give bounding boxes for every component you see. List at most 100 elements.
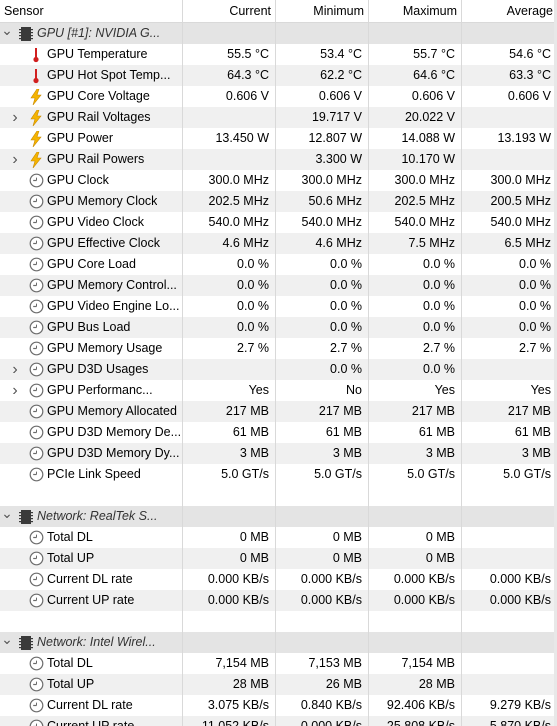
sensor-row[interactable]: Total UP 28 MB 26 MB 28 MB — [0, 674, 557, 695]
sensor-row[interactable]: Current UP rate 11.052 KB/s 0.000 KB/s 25.8… — [0, 716, 557, 726]
current-value: 0 MB — [182, 548, 275, 569]
clock-icon — [28, 257, 44, 273]
clock-icon — [28, 593, 44, 609]
sensor-label: GPU D3D Memory De... — [47, 425, 182, 439]
chevron-right-icon[interactable]: › — [8, 151, 22, 168]
thermometer-icon — [28, 47, 44, 63]
sensor-row[interactable]: GPU Effective Clock 4.6 MHz 4.6 MHz 7.5 MHz… — [0, 233, 557, 254]
sensor-row[interactable]: GPU Core Load 0.0 % 0.0 % 0.0 % 0.0 % — [0, 254, 557, 275]
average-value — [461, 527, 557, 548]
current-value: 5.0 GT/s — [182, 464, 275, 485]
average-value: 63.3 °C — [461, 65, 557, 86]
average-value: 300.0 MHz — [461, 170, 557, 191]
sensor-row[interactable]: GPU Hot Spot Temp... 64.3 °C 62.2 °C 64.6 °… — [0, 65, 557, 86]
sensor-row[interactable]: GPU Bus Load 0.0 % 0.0 % 0.0 % 0.0 % — [0, 317, 557, 338]
average-value — [461, 548, 557, 569]
minimum-value: 19.717 V — [275, 107, 368, 128]
header-average[interactable]: Average — [461, 0, 557, 22]
sensor-label: Network: Intel Wirel... — [37, 635, 156, 649]
sensor-row[interactable]: GPU Memory Allocated 217 MB 217 MB 217 MB 21… — [0, 401, 557, 422]
sensor-row[interactable]: Current UP rate 0.000 KB/s 0.000 KB/s 0.000… — [0, 590, 557, 611]
sensor-row[interactable]: GPU D3D Memory De... 61 MB 61 MB 61 MB 61 MB — [0, 422, 557, 443]
sensor-row[interactable]: GPU Memory Clock 202.5 MHz 50.6 MHz 202.5 M… — [0, 191, 557, 212]
average-value — [461, 632, 557, 653]
sensor-row[interactable]: Total DL 0 MB 0 MB 0 MB — [0, 527, 557, 548]
sensor-row[interactable]: Total UP 0 MB 0 MB 0 MB — [0, 548, 557, 569]
current-value: 0.0 % — [182, 317, 275, 338]
current-value: 11.052 KB/s — [182, 716, 275, 726]
maximum-value: 0 MB — [368, 548, 461, 569]
sensor-label: Network: RealTek S... — [37, 509, 158, 523]
sensor-row[interactable]: GPU Core Voltage 0.606 V 0.606 V 0.606 V 0.6… — [0, 86, 557, 107]
sensor-name-cell: Total DL — [0, 653, 182, 674]
header-sensor[interactable]: Sensor — [0, 0, 182, 22]
sensor-name-cell: GPU D3D Memory De... — [0, 422, 182, 443]
sensor-row[interactable]: › GPU Performanc... Yes No Yes Yes — [0, 380, 557, 401]
chevron-down-icon[interactable]: ⌄ — [0, 506, 14, 521]
clock-icon — [28, 278, 44, 294]
sensor-row[interactable]: GPU Memory Control... 0.0 % 0.0 % 0.0 % 0.0 … — [0, 275, 557, 296]
sensor-name-cell: ⌄ Network: RealTek S... — [0, 506, 182, 527]
current-value: 0.000 KB/s — [182, 569, 275, 590]
chevron-right-icon[interactable]: › — [8, 361, 22, 378]
current-value: 13.450 W — [182, 128, 275, 149]
sensor-row[interactable]: GPU Temperature 55.5 °C 53.4 °C 55.7 °C 54.6… — [0, 44, 557, 65]
sensor-row[interactable]: PCIe Link Speed 5.0 GT/s 5.0 GT/s 5.0 GT/s 5… — [0, 464, 557, 485]
minimum-value: 3.300 W — [275, 149, 368, 170]
minimum-value: 540.0 MHz — [275, 212, 368, 233]
sensor-name-cell: › GPU Rail Voltages — [0, 107, 182, 128]
sensor-row[interactable]: GPU Video Clock 540.0 MHz 540.0 MHz 540.0 M… — [0, 212, 557, 233]
sensor-row[interactable]: › GPU Rail Powers 3.300 W 10.170 W — [0, 149, 557, 170]
chip-icon — [18, 26, 34, 42]
sensor-label: Current UP rate — [47, 719, 135, 726]
sensor-name-cell: GPU Video Clock — [0, 212, 182, 233]
minimum-value — [275, 23, 368, 44]
sensor-name-cell: PCIe Link Speed — [0, 464, 182, 485]
header-current[interactable]: Current — [182, 0, 275, 22]
maximum-value: 300.0 MHz — [368, 170, 461, 191]
clock-icon — [28, 446, 44, 462]
minimum-value: 2.7 % — [275, 338, 368, 359]
sensor-row[interactable]: GPU Clock 300.0 MHz 300.0 MHz 300.0 MHz 300.… — [0, 170, 557, 191]
sensor-row[interactable]: GPU Memory Usage 2.7 % 2.7 % 2.7 % 2.7 % — [0, 338, 557, 359]
average-value: 0.606 V — [461, 86, 557, 107]
maximum-value: 0 MB — [368, 527, 461, 548]
minimum-value: 3 MB — [275, 443, 368, 464]
sensor-label: GPU Power — [47, 131, 113, 145]
current-value: Yes — [182, 380, 275, 401]
average-value: 0.000 KB/s — [461, 569, 557, 590]
sensor-row[interactable]: GPU Video Engine Lo... 0.0 % 0.0 % 0.0 % 0.0… — [0, 296, 557, 317]
sensor-row[interactable]: › GPU D3D Usages 0.0 % 0.0 % — [0, 359, 557, 380]
maximum-value: 7.5 MHz — [368, 233, 461, 254]
header-minimum[interactable]: Minimum — [275, 0, 368, 22]
sensor-label: Total DL — [47, 530, 93, 544]
sensor-name-cell: GPU Memory Usage — [0, 338, 182, 359]
maximum-value: 25.808 KB/s — [368, 716, 461, 726]
average-value: 0.000 KB/s — [461, 590, 557, 611]
chevron-down-icon[interactable]: ⌄ — [0, 632, 14, 647]
sensor-label: GPU D3D Usages — [47, 362, 149, 376]
average-value: 54.6 °C — [461, 44, 557, 65]
sensor-label: GPU Core Voltage — [47, 89, 150, 103]
sensor-row[interactable]: Current DL rate 3.075 KB/s 0.840 KB/s 92.40… — [0, 695, 557, 716]
chevron-right-icon[interactable]: › — [8, 382, 22, 399]
sensor-row[interactable]: GPU Power 13.450 W 12.807 W 14.088 W 13.193 … — [0, 128, 557, 149]
maximum-value: 2.7 % — [368, 338, 461, 359]
current-value — [182, 149, 275, 170]
average-value — [461, 485, 557, 506]
chevron-down-icon[interactable]: ⌄ — [0, 23, 14, 38]
sensor-row[interactable]: Total DL 7,154 MB 7,153 MB 7,154 MB — [0, 653, 557, 674]
sensor-row[interactable]: GPU D3D Memory Dy... 3 MB 3 MB 3 MB 3 MB — [0, 443, 557, 464]
group-row[interactable]: ⌄ GPU [#1]: NVIDIA G... — [0, 23, 557, 44]
sensor-row[interactable]: Current DL rate 0.000 KB/s 0.000 KB/s 0.000… — [0, 569, 557, 590]
chevron-right-icon[interactable]: › — [8, 109, 22, 126]
sensor-name-cell — [0, 611, 182, 632]
chip-icon — [18, 509, 34, 525]
average-value: 13.193 W — [461, 128, 557, 149]
current-value — [182, 359, 275, 380]
sensor-row[interactable]: › GPU Rail Voltages 19.717 V 20.022 V — [0, 107, 557, 128]
sensor-name-cell: Current UP rate — [0, 590, 182, 611]
group-row[interactable]: ⌄ Network: Intel Wirel... — [0, 632, 557, 653]
group-row[interactable]: ⌄ Network: RealTek S... — [0, 506, 557, 527]
header-maximum[interactable]: Maximum — [368, 0, 461, 22]
